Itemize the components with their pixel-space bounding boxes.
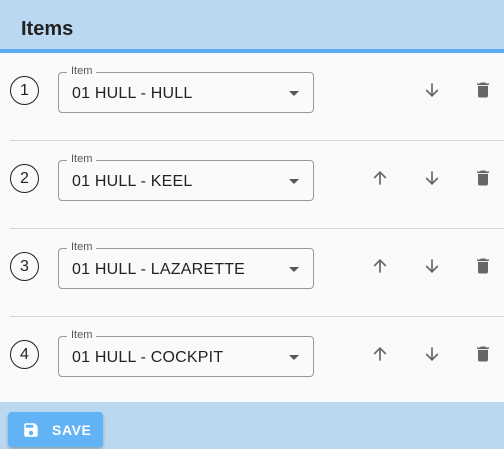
item-select[interactable]: Item 01 HULL - LAZARETTE xyxy=(58,241,314,289)
items-list: 1 Item 01 HULL - HULL 2 Item 01 HULL - K… xyxy=(0,53,504,404)
item-number: 2 xyxy=(10,164,39,193)
arrow-down-icon xyxy=(425,259,439,274)
move-up-button[interactable] xyxy=(368,166,392,190)
arrow-down-icon xyxy=(425,171,439,186)
delete-button[interactable] xyxy=(471,166,495,190)
item-number: 4 xyxy=(10,340,39,369)
move-down-button[interactable] xyxy=(420,342,444,366)
caret-down-icon xyxy=(289,179,299,184)
save-button-label: SAVE xyxy=(52,421,92,438)
item-select-value: 01 HULL - COCKPIT xyxy=(72,349,224,366)
move-down-button[interactable] xyxy=(420,166,444,190)
list-item: 2 Item 01 HULL - KEEL xyxy=(10,141,504,229)
page-title: Items xyxy=(21,18,74,40)
item-select[interactable]: Item 01 HULL - COCKPIT xyxy=(58,329,314,377)
item-select[interactable]: Item 01 HULL - KEEL xyxy=(58,153,314,201)
move-up-button[interactable] xyxy=(368,342,392,366)
item-number: 3 xyxy=(10,252,39,281)
trash-icon xyxy=(477,346,489,362)
list-item: 3 Item 01 HULL - LAZARETTE xyxy=(10,229,504,317)
item-select-value: 01 HULL - HULL xyxy=(72,85,193,102)
delete-button[interactable] xyxy=(471,342,495,366)
caret-down-icon xyxy=(289,267,299,272)
list-item: 1 Item 01 HULL - HULL xyxy=(10,53,504,141)
arrow-up-icon xyxy=(373,258,387,273)
caret-down-icon xyxy=(289,91,299,96)
move-up-button[interactable] xyxy=(368,254,392,278)
arrow-up-icon xyxy=(373,346,387,361)
trash-icon xyxy=(477,258,489,274)
item-select-value: 01 HULL - KEEL xyxy=(72,173,193,190)
items-header: Items xyxy=(0,0,504,53)
delete-button[interactable] xyxy=(471,78,495,102)
arrow-down-icon xyxy=(425,347,439,362)
trash-icon xyxy=(477,170,489,186)
item-select-label: Item xyxy=(67,241,97,253)
trash-icon xyxy=(477,82,489,98)
save-button[interactable]: SAVE xyxy=(8,412,103,447)
item-select-label: Item xyxy=(67,65,97,77)
caret-down-icon xyxy=(289,355,299,360)
item-select[interactable]: Item 01 HULL - HULL xyxy=(58,65,314,113)
arrow-down-icon xyxy=(425,83,439,98)
footer-bar: SAVE xyxy=(0,402,504,449)
move-down-button[interactable] xyxy=(420,254,444,278)
delete-button[interactable] xyxy=(471,254,495,278)
item-select-label: Item xyxy=(67,329,97,341)
move-down-button[interactable] xyxy=(420,78,444,102)
floppy-disk-icon xyxy=(24,422,38,437)
list-item: 4 Item 01 HULL - COCKPIT xyxy=(10,317,504,404)
item-number: 1 xyxy=(10,76,39,105)
item-select-label: Item xyxy=(67,153,97,165)
arrow-up-icon xyxy=(373,170,387,185)
item-select-value: 01 HULL - LAZARETTE xyxy=(72,261,246,278)
